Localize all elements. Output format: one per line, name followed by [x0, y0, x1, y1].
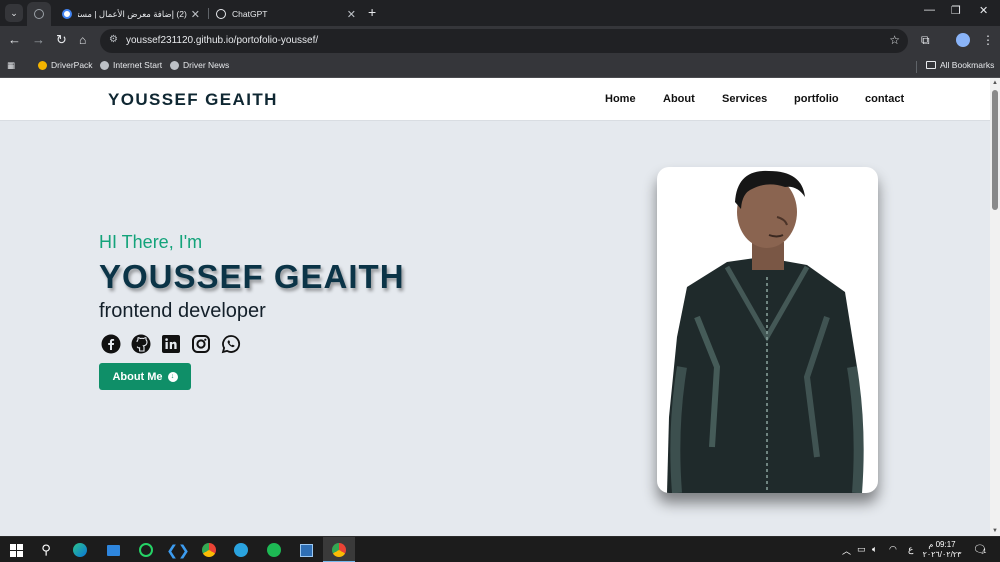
- page-scrollbar[interactable]: ▲ ▼: [990, 78, 1000, 536]
- nav-services[interactable]: Services: [722, 93, 767, 105]
- browser-toolbar: ← → ↻ ⌂ ⚙ youssef231120.github.io/portof…: [0, 26, 1000, 56]
- address-bar[interactable]: ⚙ youssef231120.github.io/portofolio-you…: [100, 29, 908, 53]
- driverpack-icon: [38, 60, 47, 70]
- chrome-icon[interactable]: [201, 542, 217, 558]
- bookmark-label: Driver News: [183, 60, 230, 70]
- extensions-icon[interactable]: ⧉: [921, 33, 930, 48]
- about-me-label: About Me: [112, 370, 163, 383]
- bookmarks-divider: [916, 61, 917, 73]
- forward-arrow-icon[interactable]: →: [32, 32, 45, 48]
- bookmark-internet-start[interactable]: Internet Start: [100, 60, 162, 70]
- back-arrow-icon[interactable]: ←: [8, 32, 21, 48]
- windows-taskbar: ⚲ ❮❯ ︿ ▭ 🔈︎ ◠ ع 09:17 م ٢٠٢٦/٠٢/٢٣ 🗨︎ 1: [0, 536, 1000, 562]
- tab-chatgpt[interactable]: ChatGPT ✕: [210, 2, 362, 26]
- page-viewport: YOUSSEF GEAITH Home About Services portf…: [0, 78, 990, 536]
- restore-icon[interactable]: ❐: [951, 4, 961, 17]
- site-header: YOUSSEF GEAITH Home About Services portf…: [0, 78, 990, 121]
- loading-icon: [34, 9, 44, 19]
- github-icon[interactable]: [131, 334, 151, 354]
- bookmark-star-icon[interactable]: ☆: [889, 33, 900, 47]
- folder-icon: [926, 61, 936, 69]
- hero-name: YOUSSEF GEAITH: [99, 258, 405, 295]
- bookmark-driver-news[interactable]: Driver News: [170, 60, 229, 70]
- whatsapp-icon[interactable]: [221, 334, 241, 354]
- battery-icon[interactable]: ▭: [857, 544, 866, 555]
- notification-count: 1: [983, 549, 987, 555]
- new-tab-plus-icon[interactable]: +: [368, 4, 376, 20]
- bookmark-driverpack[interactable]: DriverPack: [38, 60, 93, 70]
- hero-greeting: HI There, I'm: [99, 232, 203, 252]
- bookmark-label: DriverPack: [51, 60, 93, 70]
- taskbar-clock[interactable]: 09:17 م ٢٠٢٦/٠٢/٢٣: [922, 540, 962, 560]
- menu-dots-icon[interactable]: ⋮: [982, 33, 994, 47]
- social-links: [101, 334, 241, 354]
- globe-icon: [100, 60, 109, 70]
- language-indicator[interactable]: ع: [908, 544, 913, 555]
- site-info-icon[interactable]: ⚙: [109, 34, 118, 45]
- tab-loading[interactable]: [27, 2, 51, 26]
- scroll-up-icon[interactable]: ▲: [992, 80, 998, 86]
- volume-icon[interactable]: 🔈︎: [872, 544, 877, 555]
- tab-search-button[interactable]: ⌄: [5, 4, 23, 22]
- minimize-icon[interactable]: —: [924, 4, 935, 16]
- search-icon[interactable]: ⚲: [38, 542, 54, 558]
- clock-time: 09:17 م: [928, 540, 956, 549]
- nav-home[interactable]: Home: [605, 93, 636, 105]
- snipping-tool-icon[interactable]: [298, 542, 314, 558]
- portrait-illustration: [667, 170, 864, 493]
- whatsapp-taskbar-icon[interactable]: [138, 542, 154, 558]
- close-tab-icon[interactable]: ✕: [191, 8, 200, 21]
- hero-role: frontend developer: [99, 300, 266, 322]
- all-bookmarks-label: All Bookmarks: [940, 60, 995, 70]
- scrollbar-thumb[interactable]: [992, 90, 998, 210]
- address-url[interactable]: youssef231120.github.io/portofolio-youss…: [126, 35, 318, 46]
- nav-about[interactable]: About: [663, 93, 695, 105]
- linkedin-icon[interactable]: [161, 334, 181, 354]
- bookmarks-bar: ▦ DriverPack Internet Start Driver News …: [0, 56, 1000, 78]
- tab-mostaql[interactable]: (2) إضافة معرض الأعمال | مستقل ✕: [56, 2, 206, 26]
- all-bookmarks[interactable]: All Bookmarks: [926, 60, 994, 70]
- vscode-icon[interactable]: ❮❯: [166, 542, 189, 558]
- profile-avatar[interactable]: [956, 33, 970, 47]
- bookmark-label: Internet Start: [113, 60, 163, 70]
- spotify-icon[interactable]: [266, 542, 282, 558]
- tab-title: ChatGPT: [232, 9, 268, 19]
- about-me-button[interactable]: About Me ↓: [99, 363, 191, 390]
- windows-start-icon[interactable]: [8, 542, 24, 558]
- profile-photo: [657, 167, 878, 493]
- close-tab-icon[interactable]: ✕: [347, 8, 356, 21]
- home-icon[interactable]: ⌂: [79, 32, 86, 48]
- chevron-down-icon: ⌄: [10, 7, 18, 18]
- reload-icon[interactable]: ↻: [56, 32, 67, 48]
- scroll-down-icon[interactable]: ▼: [992, 528, 998, 534]
- store-icon[interactable]: [105, 542, 121, 558]
- nav-contact[interactable]: contact: [865, 93, 904, 105]
- edge-icon[interactable]: [72, 542, 88, 558]
- tab-strip: ⌄ (2) إضافة معرض الأعمال | مستقل ✕ ChatG…: [0, 0, 1000, 26]
- facebook-icon[interactable]: [101, 334, 121, 354]
- wifi-icon[interactable]: ◠: [889, 544, 897, 555]
- apps-grid-icon[interactable]: ▦: [7, 60, 15, 71]
- globe-icon: [170, 60, 179, 70]
- clock-date: ٢٠٢٦/٠٢/٢٣: [922, 550, 962, 559]
- close-window-icon[interactable]: ✕: [979, 4, 988, 17]
- telegram-icon[interactable]: [233, 542, 249, 558]
- nav-portfolio[interactable]: portfolio: [794, 93, 839, 105]
- instagram-icon[interactable]: [191, 334, 211, 354]
- download-circle-icon: ↓: [167, 371, 178, 382]
- tab-divider: [208, 8, 209, 19]
- chrome-profile-icon[interactable]: [331, 542, 347, 558]
- tab-title: (2) إضافة معرض الأعمال | مستقل: [78, 8, 187, 19]
- chatgpt-favicon-icon: [216, 9, 226, 19]
- mostaql-favicon-icon: [62, 9, 72, 19]
- tray-chevron-icon[interactable]: ︿: [842, 544, 851, 557]
- site-logo[interactable]: YOUSSEF GEAITH: [108, 90, 278, 110]
